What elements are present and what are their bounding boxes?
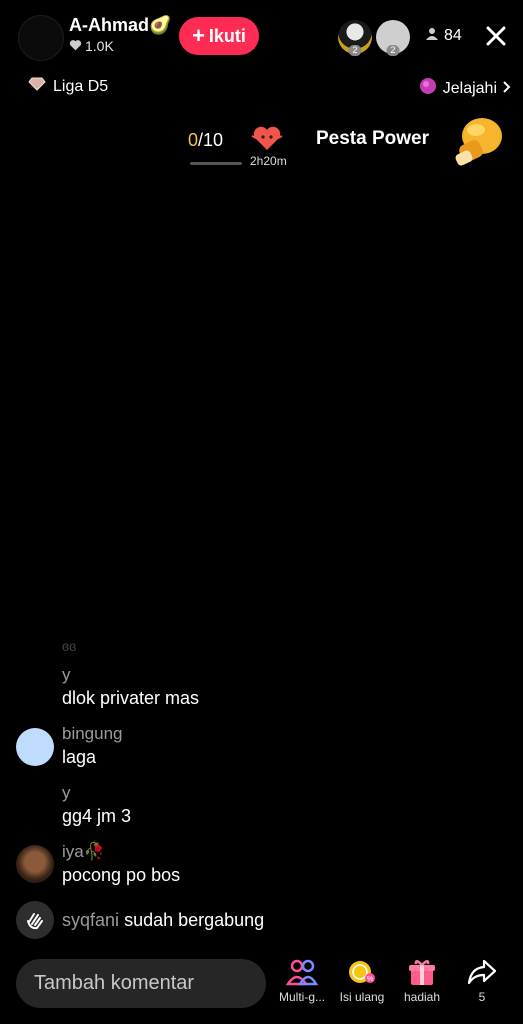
goal-progress-current: 0 xyxy=(188,130,199,150)
cube-icon xyxy=(419,77,437,100)
viewer-count-number: 84 xyxy=(444,27,462,44)
chat-message: laga xyxy=(62,747,97,767)
league-label: Liga D5 xyxy=(53,77,109,95)
host-avatar[interactable] xyxy=(18,15,64,61)
gift-icon xyxy=(392,958,452,986)
chat-avatar[interactable] xyxy=(16,845,54,883)
close-icon[interactable] xyxy=(482,22,510,50)
host-likes: 1.0K xyxy=(69,38,114,54)
goal-progress-total: /10 xyxy=(198,130,224,150)
chat-username[interactable]: iya🥀 xyxy=(62,842,105,862)
gift-label: hadiah xyxy=(403,990,441,1004)
heart-icon xyxy=(69,38,82,54)
top-viewer-avatar[interactable]: 2 xyxy=(376,20,410,56)
chat-username[interactable]: bingung xyxy=(62,724,123,744)
recharge-button[interactable]: % Isi ulang xyxy=(332,958,392,1004)
chevron-right-icon xyxy=(503,80,511,98)
join-notice: syqfani sudah bergabung xyxy=(62,910,264,931)
host-name[interactable]: A-Ahmad🥑 xyxy=(69,15,171,36)
likes-count: 1.0K xyxy=(85,38,114,54)
gift-button[interactable]: hadiah xyxy=(392,958,452,1004)
boxing-glove-icon[interactable] xyxy=(450,112,508,170)
recharge-label: Isi ulang xyxy=(339,990,385,1004)
coin-icon: % xyxy=(332,958,392,986)
chat-avatar[interactable] xyxy=(16,728,54,766)
join-wave-icon xyxy=(16,901,54,939)
chat-username[interactable]: y xyxy=(62,783,71,803)
chat-message: pocong po bos xyxy=(62,865,181,885)
league-badge[interactable]: Liga D5 xyxy=(28,77,108,96)
explore-label: Jelajahi xyxy=(442,79,497,97)
multi-guest-button[interactable]: Multi-g... xyxy=(272,958,332,1004)
join-text: sudah bergabung xyxy=(124,910,265,930)
viewer-count[interactable]: 84 xyxy=(426,27,462,45)
viewer-rank-badge: 2 xyxy=(386,45,400,56)
join-username[interactable]: syqfani xyxy=(62,910,119,930)
multi-guest-icon xyxy=(272,958,332,986)
comment-input[interactable]: Tambah komentar xyxy=(16,959,266,1008)
heart-mascot-icon[interactable] xyxy=(250,124,284,152)
person-icon xyxy=(426,27,438,45)
event-timer: 2h20m xyxy=(250,154,287,168)
share-count: 5 xyxy=(478,990,486,1004)
top-viewer-avatar[interactable]: 2 xyxy=(338,20,372,56)
chat-message: gg4 jm 3 xyxy=(62,806,132,826)
goal-progress-bar xyxy=(190,162,242,165)
multi-guest-label: Multi-g... xyxy=(278,990,325,1004)
power-party-title[interactable]: Pesta Power xyxy=(316,128,429,150)
chat-message: dlok privater mas xyxy=(62,688,200,708)
diamond-icon xyxy=(28,77,46,96)
explore-link[interactable]: Jelajahi xyxy=(419,77,511,100)
follow-label: Ikuti xyxy=(208,25,246,46)
faded-chat-text: ɞɞ xyxy=(62,638,77,654)
comment-placeholder: Tambah komentar xyxy=(34,972,195,994)
plus-icon: + xyxy=(192,23,205,48)
viewer-rank-badge: 2 xyxy=(348,45,362,56)
chat-username[interactable]: y xyxy=(62,665,71,685)
share-icon xyxy=(452,958,512,986)
svg-text:%: % xyxy=(367,976,373,983)
follow-button[interactable]: + Ikuti xyxy=(179,17,259,55)
share-button[interactable]: 5 xyxy=(452,958,512,1004)
goal-progress[interactable]: 0/10 xyxy=(188,130,223,151)
